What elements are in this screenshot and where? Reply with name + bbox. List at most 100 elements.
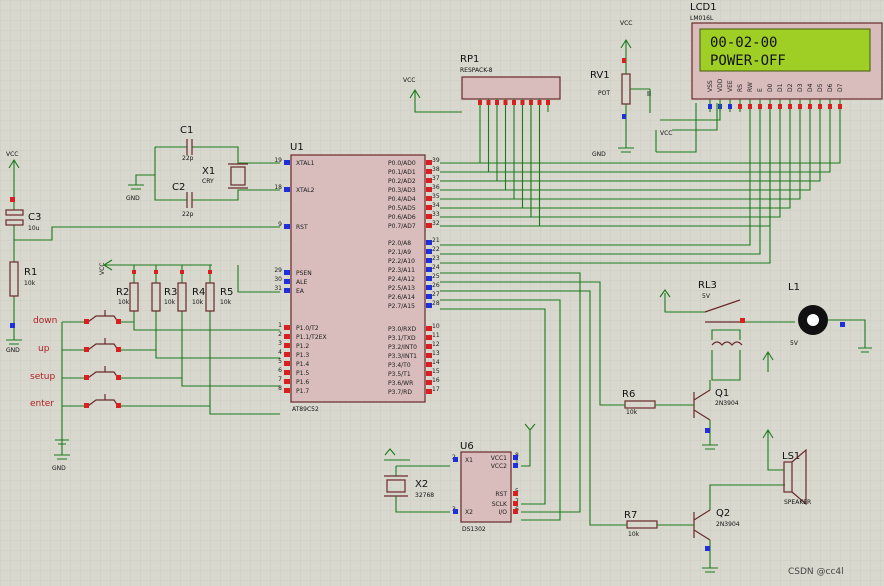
mcu-pin-label: P2.4/A12 (388, 276, 415, 283)
mcu-pin-number: 30 (274, 276, 282, 283)
u6-pin-marker (513, 463, 518, 468)
mcu-pin-marker (284, 160, 290, 165)
u6-pin-marker (513, 491, 518, 496)
u6-part: DS1302 (462, 526, 486, 533)
r7-ref: R7 (624, 510, 637, 521)
mcu-pin-number: 14 (432, 359, 440, 366)
pin-marker (84, 319, 89, 324)
mcu-pin-marker (426, 335, 432, 340)
mcu-pin-number: 29 (274, 267, 282, 274)
mcu-pin-label: P1.6 (296, 379, 309, 386)
button-label-up: up (38, 344, 50, 354)
rp1-pin-marker (512, 100, 516, 105)
mcu-pin-number: 32 (432, 220, 440, 227)
mcu-pin-label: P2.3/A11 (388, 267, 415, 274)
mcu-pin-marker (284, 334, 290, 339)
mcu-pin-number: 17 (432, 386, 440, 393)
mcu-pin-number: 19 (274, 157, 282, 164)
mcu-pin-number: 1 (278, 322, 282, 329)
mcu-pin-marker (284, 379, 290, 384)
gnd-label: GND (52, 465, 66, 472)
mcu-pin-number: 34 (432, 202, 440, 209)
u6-ref: U6 (460, 441, 474, 452)
u6-pin-marker (513, 509, 518, 514)
lcd-pin-label: VEE (727, 80, 734, 92)
lcd-pin-marker (758, 104, 762, 109)
u6-pin-label: SCLK (492, 501, 508, 508)
pin-marker (84, 375, 89, 380)
mcu-pin-number: 39 (432, 157, 440, 164)
lcd-pin-label: RS (737, 84, 744, 92)
c3-value: 10u (28, 225, 40, 232)
mcu-pin-marker (426, 362, 432, 367)
mcu-pin-label: P0.5/AD5 (388, 205, 416, 212)
mcu-pin-label: P1.3 (296, 352, 309, 359)
mcu-pin-marker (284, 270, 290, 275)
mcu-pin-marker (426, 353, 432, 358)
mcu-pin-marker (284, 288, 290, 293)
r2-ref: R2 (116, 287, 129, 298)
mcu-pin-label: P2.5/A13 (388, 285, 415, 292)
mcu-pin-number: 18 (274, 184, 282, 191)
ls1-part: SPEAKER (784, 499, 811, 506)
mcu-pin-marker (284, 352, 290, 357)
mcu-pin-marker (426, 371, 432, 376)
mcu-pin-label: P0.7/AD7 (388, 223, 416, 230)
mcu-pin-number: 4 (278, 349, 282, 356)
mcu-pin-label: P1.5 (296, 370, 309, 377)
mcu-pin-marker (284, 370, 290, 375)
q1-part: 2N3904 (715, 400, 739, 407)
mcu-pin-marker (426, 294, 432, 299)
mcu-pin-label: P3.6/WR (388, 380, 413, 387)
mcu-pin-number: 35 (432, 193, 440, 200)
vcc-label: VCC (620, 20, 632, 27)
rl3-value: 5V (702, 293, 711, 300)
pin-marker (154, 270, 158, 274)
mcu-pin-marker (284, 224, 290, 229)
mcu-pin-marker (284, 279, 290, 284)
lcd-pin-label: D5 (817, 83, 824, 92)
mcu-pin-label: RST (296, 224, 308, 231)
mcu-pin-number: 24 (432, 264, 440, 271)
lcd-pin-marker (748, 104, 752, 109)
mcu-pin-label: PSEN (296, 270, 312, 277)
mcu-pin-label: P3.2/INT0 (388, 344, 417, 351)
mcu-pin-marker (426, 223, 432, 228)
mcu-pin-label: P3.5/T1 (388, 371, 411, 378)
mcu-pin-label: P2.1/A9 (388, 249, 411, 256)
mcu-pin-number: 8 (278, 385, 282, 392)
lcd-pin-marker (738, 104, 742, 109)
pin-marker (116, 375, 121, 380)
rp1-part: RESPACK-8 (460, 67, 493, 74)
mcu-pin-marker (426, 240, 432, 245)
rp1-pin-marker (478, 100, 482, 105)
u6-pin-marker (453, 457, 458, 462)
lcd-pin-marker (818, 104, 822, 109)
mcu-pin-label: P0.3/AD3 (388, 187, 416, 194)
mcu-pin-number: 10 (432, 323, 440, 330)
lcd-pin-label: D7 (837, 83, 844, 92)
mcu-pin-label: EA (296, 288, 305, 295)
mcu-pin-marker (426, 344, 432, 349)
mcu-pin-label: P2.6/A14 (388, 294, 415, 301)
lcd-pin-marker (798, 104, 802, 109)
mcu-pin-number: 5 (278, 358, 282, 365)
mcu-pin-number: 6 (278, 367, 282, 374)
mcu-pin-marker (426, 249, 432, 254)
mcu-pin-marker (426, 303, 432, 308)
r7-value: 10k (628, 531, 640, 538)
mcu-pin-label: P3.7/RD (388, 389, 412, 396)
mcu-pin-marker (426, 285, 432, 290)
vcc-label: VCC (403, 77, 415, 84)
rp1-pin-marker (537, 100, 542, 105)
watermark: CSDN @cc4l (788, 567, 844, 577)
rp1-ref: RP1 (460, 54, 479, 65)
mcu-pin-marker (284, 388, 290, 393)
mcu-pin-number: 33 (432, 211, 440, 218)
mcu-pin-label: P1.2 (296, 343, 309, 350)
u6-pin-label: X1 (465, 457, 473, 464)
mcu-pin-number: 27 (432, 291, 440, 298)
rp1-pin-marker (495, 100, 499, 105)
mcu-u1[interactable]: U1 AT89C52 19 XTAL118 XTAL29 RST29 PSEN30 ALE… (274, 142, 439, 413)
mcu-pin-number: 22 (432, 246, 440, 253)
